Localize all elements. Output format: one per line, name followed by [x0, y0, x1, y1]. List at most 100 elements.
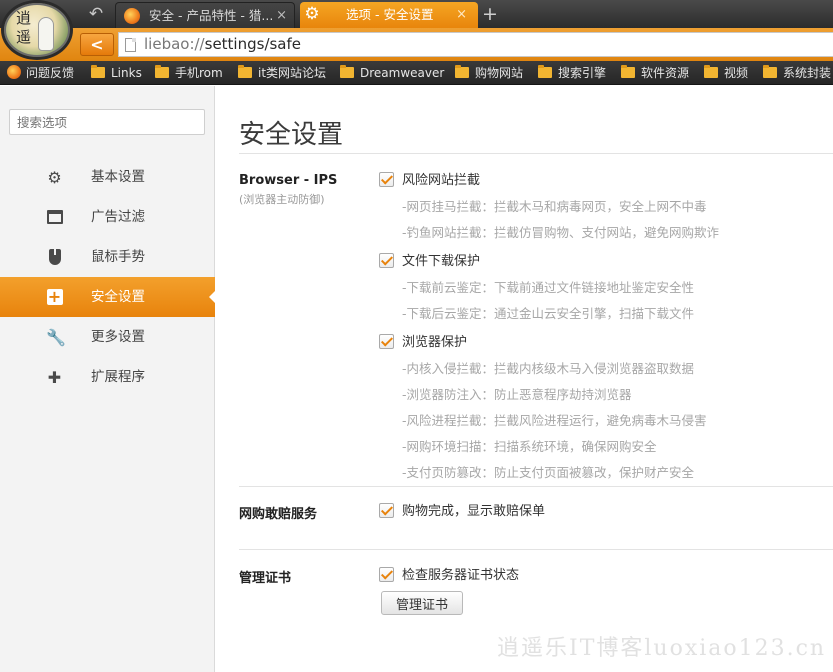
- section-subtitle-ips: (浏览器主动防御): [239, 193, 325, 206]
- option-label: 浏览器保护: [402, 335, 468, 350]
- folder-icon: [455, 65, 469, 78]
- avatar-figure: [38, 17, 54, 51]
- bookmark-folder-dreamweaver[interactable]: Dreamweaver: [340, 61, 445, 84]
- manage-certificates-button[interactable]: 管理证书: [381, 591, 463, 615]
- sidebar-item-label: 安全设置: [91, 289, 145, 305]
- option-risky-site-block[interactable]: 风险网站拦截: [379, 172, 480, 190]
- checkbox[interactable]: [379, 172, 394, 187]
- url-scheme: liebao://: [144, 35, 205, 53]
- option-detail: -下载前云鉴定：下载前通过文件链接地址鉴定安全性: [402, 280, 695, 295]
- sidebar-item-basic[interactable]: ⚙ 基本设置: [0, 157, 215, 197]
- folder-icon: [91, 65, 105, 78]
- address-bar[interactable]: liebao://settings/safe: [118, 32, 833, 57]
- checkbox[interactable]: [379, 253, 394, 268]
- settings-content: 安全设置 Browser - IPS (浏览器主动防御) 风险网站拦截 -网页挂…: [216, 86, 833, 672]
- sidebar-item-mouse-gesture[interactable]: 鼠标手势: [0, 237, 215, 277]
- bookmark-label: 问题反馈: [26, 66, 75, 80]
- sidebar-item-label: 基本设置: [91, 169, 145, 185]
- navigation-bar: < liebao://settings/safe: [0, 28, 833, 61]
- bookmark-folder-system[interactable]: 系统封装: [763, 61, 832, 84]
- avatar[interactable]: 逍遥: [1, 0, 73, 60]
- option-label: 购物完成，显示敢赔保单: [402, 504, 546, 519]
- checkbox[interactable]: [379, 503, 394, 518]
- tab-product-features[interactable]: 安全 - 产品特性 - 猎... ×: [115, 2, 295, 28]
- new-tab-button[interactable]: +: [481, 3, 499, 25]
- sidebar-item-adblock[interactable]: 广告过滤: [0, 197, 215, 237]
- bookmark-label: 手机rom: [175, 66, 223, 80]
- avatar-logo-text: 逍遥: [16, 9, 32, 46]
- back-button[interactable]: <: [80, 33, 114, 56]
- tab-strip: ↶ 安全 - 产品特性 - 猎... × ⚙ 选项 - 安全设置 × +: [0, 0, 833, 28]
- bookmark-folder-it[interactable]: it类网站论坛: [238, 61, 327, 84]
- sidebar-item-extensions[interactable]: ✚ 扩展程序: [0, 357, 215, 397]
- folder-icon: [763, 65, 777, 78]
- bookmark-folder-video[interactable]: 视频: [704, 61, 749, 84]
- bookmark-folder-shopping[interactable]: 购物网站: [455, 61, 524, 84]
- bookmark-folder-software[interactable]: 软件资源: [621, 61, 690, 84]
- bookmark-label: it类网站论坛: [258, 66, 327, 80]
- sidebar-item-label: 扩展程序: [91, 369, 145, 385]
- option-detail: -钓鱼网站拦截：拦截仿冒购物、支付网站，避免网购欺诈: [402, 225, 720, 240]
- sidebar-item-label: 鼠标手势: [91, 249, 145, 265]
- folder-icon: [621, 65, 635, 78]
- option-detail: -下载后云鉴定：通过金山云安全引擎，扫描下载文件: [402, 306, 695, 321]
- bookmark-label: 视频: [724, 66, 749, 80]
- bookmark-label: Links: [111, 66, 142, 80]
- page-icon: [125, 38, 136, 52]
- divider: [239, 153, 833, 154]
- option-shopping-compensation[interactable]: 购物完成，显示敢赔保单: [379, 503, 545, 521]
- option-download-protection[interactable]: 文件下载保护: [379, 253, 480, 271]
- option-detail: -风险进程拦截：拦截风险进程运行，避免病毒木马侵害: [402, 413, 707, 428]
- divider: [239, 549, 833, 550]
- bookmark-folder-rom[interactable]: 手机rom: [155, 61, 223, 84]
- folder-icon: [340, 65, 354, 78]
- checkbox[interactable]: [379, 334, 394, 349]
- bookmark-label: 软件资源: [641, 66, 690, 80]
- liebao-icon: [7, 65, 21, 79]
- gear-icon: ⚙: [47, 168, 62, 187]
- bookmark-folder-links[interactable]: Links: [91, 61, 142, 84]
- option-detail: -网购环境扫描：扫描系统环境，确保网购安全: [402, 439, 657, 454]
- plus-shield-icon: +: [46, 287, 63, 306]
- puzzle-icon: ✚: [47, 368, 62, 387]
- bookmark-label: 搜索引擎: [558, 66, 607, 80]
- option-label: 风险网站拦截: [402, 173, 481, 188]
- option-label: 文件下载保护: [402, 254, 481, 269]
- search-input[interactable]: [9, 109, 205, 135]
- url-text[interactable]: liebao://settings/safe: [144, 35, 301, 54]
- bookmarks-bar: 问题反馈 Links 手机rom it类网站论坛 Dreamweaver 购物网…: [0, 61, 833, 85]
- bookmark-label: 系统封装: [783, 66, 832, 80]
- option-detail: -内核入侵拦截：拦截内核级木马入侵浏览器盗取数据: [402, 361, 695, 376]
- watermark: 逍遥乐IT博客luoxiao123.cn: [497, 636, 827, 661]
- option-check-certificate[interactable]: 检查服务器证书状态: [379, 567, 519, 585]
- tab-title: 安全 - 产品特性 - 猎...: [149, 8, 272, 23]
- settings-sidebar: ⚙ 基本设置 广告过滤 鼠标手势 + 安全设置 🔧 更多设置 ✚ 扩展程序: [0, 86, 216, 672]
- tab-title: 选项 - 安全设置: [346, 7, 434, 22]
- option-label: 检查服务器证书状态: [402, 568, 520, 583]
- option-detail: -浏览器防注入：防止恶意程序劫持浏览器: [402, 387, 632, 402]
- sidebar-item-more[interactable]: 🔧 更多设置: [0, 317, 215, 357]
- option-detail: -网页挂马拦截：拦截木马和病毒网页，安全上网不中毒: [402, 199, 707, 214]
- divider: [239, 486, 833, 487]
- folder-icon: [538, 65, 552, 78]
- gear-icon: ⚙: [304, 4, 320, 24]
- tab-settings[interactable]: ⚙ 选项 - 安全设置 ×: [300, 2, 478, 28]
- folder-icon: [238, 65, 252, 78]
- liebao-icon: [124, 8, 140, 24]
- checkbox[interactable]: [379, 567, 394, 582]
- bookmark-label: Dreamweaver: [360, 66, 445, 80]
- option-browser-protection[interactable]: 浏览器保护: [379, 334, 467, 352]
- url-path: settings/safe: [204, 35, 302, 53]
- sidebar-item-security[interactable]: + 安全设置: [0, 277, 216, 317]
- sidebar-item-label: 广告过滤: [91, 209, 145, 225]
- close-icon[interactable]: ×: [456, 2, 467, 28]
- mouse-icon: [46, 249, 63, 266]
- bookmark-folder-search[interactable]: 搜索引擎: [538, 61, 607, 84]
- section-title-ips: Browser - IPS: [239, 173, 338, 188]
- close-icon[interactable]: ×: [276, 3, 287, 28]
- bookmark-feedback[interactable]: 问题反馈: [7, 61, 75, 84]
- undo-close-tab-icon[interactable]: ↶: [84, 3, 108, 25]
- section-title-certificates: 管理证书: [239, 571, 292, 586]
- option-detail: -支付页防篡改：防止支付页面被篡改，保护财产安全: [402, 465, 695, 480]
- bookmark-label: 购物网站: [475, 66, 524, 80]
